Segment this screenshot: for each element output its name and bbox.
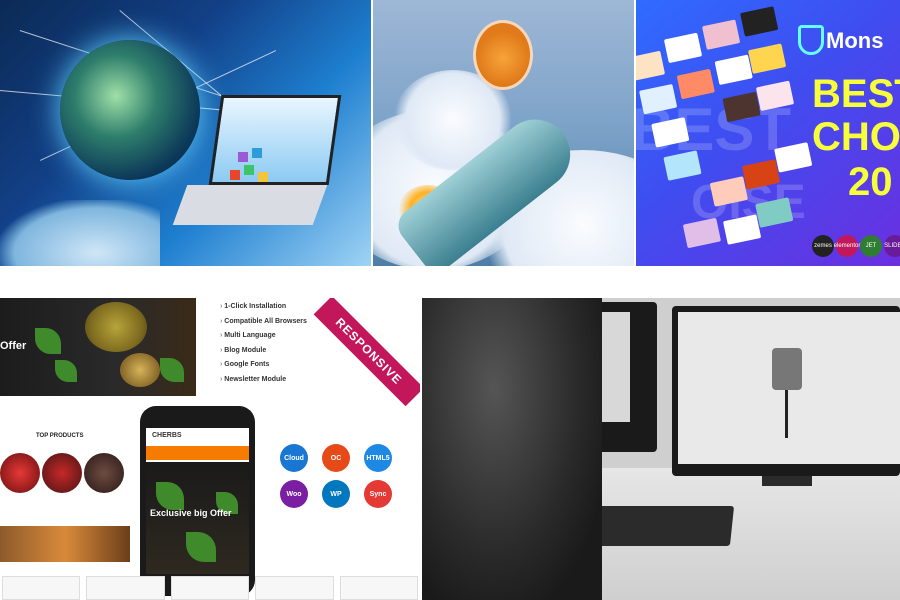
thumbnail [701,19,741,50]
feature-list: 1-Click Installation Compatible All Brow… [220,300,307,387]
3d-phone-model [772,348,802,390]
wordpress-plugin-icon: WP [322,480,350,508]
strip-card [255,576,334,600]
app-cube [244,165,254,175]
designer-person [422,298,602,600]
spice-bowl [120,353,160,387]
thumbnail [722,214,762,245]
headline-best: BEST [812,72,900,116]
thumbnail [636,50,666,82]
basil-leaf [160,358,184,382]
partner-badge: JET [860,235,882,257]
laptop-keyboard [172,185,328,225]
laptop-screen [208,95,342,185]
app-cube [238,152,248,162]
thumbnail [755,197,794,228]
basil-leaf [186,532,216,562]
feature-item: 1-Click Installation [220,300,307,315]
product-image [0,453,40,493]
strip-card [2,576,81,600]
monstroid-brand: Mons [826,28,884,53]
basil-leaf [156,482,184,510]
thumbnail [741,159,781,190]
tech-globe-image [0,0,371,266]
phone-hero [146,462,249,574]
product-image [84,453,124,493]
partner-badge: SLIDER [884,235,900,257]
astronaut-cat [473,20,533,90]
phone-offer-text: Exclusive big Offer [150,508,232,518]
sync-plugin-icon: Sync [364,480,392,508]
thumbnail [774,142,813,173]
thumbnail [722,91,761,123]
app-cube [230,170,240,180]
store-banner: Offer [0,298,196,396]
strip-card [339,576,419,600]
partner-badge: elementor [834,235,860,257]
app-cube [258,172,268,182]
thumbnail [651,117,690,148]
headline-year: 20 [848,160,893,204]
thumbnail [663,150,702,181]
monstroid-logo-icon [798,25,824,55]
thumbnail [663,32,703,64]
basil-leaf [55,360,77,382]
phone-brand: CHERBS [152,432,182,439]
right-monitor-stand [762,476,812,486]
thumbnail [747,43,787,74]
feature-item: Multi Language [220,329,307,344]
rocket-image [373,0,634,266]
html5-plugin-icon: HTML5 [364,444,392,472]
thumbnail [740,6,779,37]
spice-row-image [0,526,130,562]
opencart-plugin-icon: OC [322,444,350,472]
responsive-ribbon: RESPONSIVE [313,298,420,407]
headline-choice: CHO [812,115,900,159]
designer-workspace-image [422,298,900,600]
phone-mockup: CHERBS Exclusive big Offer [140,406,255,596]
app-cube [252,148,262,158]
thumbnail [682,217,722,249]
thumbnail [676,68,715,100]
globe-graphic [60,40,200,180]
spice-bowl [85,302,147,352]
banner-offer-text: Offer [0,340,27,352]
basil-leaf [35,328,61,354]
hand-graphic [0,200,160,266]
monstroid-promo-image: BEST OISE Mons BEST CHO 20 zemes element… [636,0,900,266]
feature-item: Newsletter Module [220,373,307,388]
feature-item: Compatible All Browsers [220,315,307,330]
thumbnail [709,176,749,207]
woocommerce-plugin-icon: Woo [280,480,308,508]
thumbnail [714,54,753,86]
thumbnail [755,80,795,112]
top-products-title: TOP PRODUCTS [36,433,84,439]
phone-search-bar [146,446,249,460]
phone-screen: CHERBS Exclusive big Offer [146,428,249,574]
strip-card [170,576,250,600]
tripod-leg [785,390,788,438]
thumbnail [639,83,678,115]
product-image [42,453,82,493]
feature-item: Google Fonts [220,358,307,373]
store-template-image: Offer 1-Click Installation Compatible Al… [0,298,420,600]
feature-item: Blog Module [220,344,307,359]
screenshot-strip [0,576,420,600]
cloud-plugin-icon: Cloud [280,444,308,472]
partner-badge: zemes [812,235,834,257]
strip-card [86,576,165,600]
